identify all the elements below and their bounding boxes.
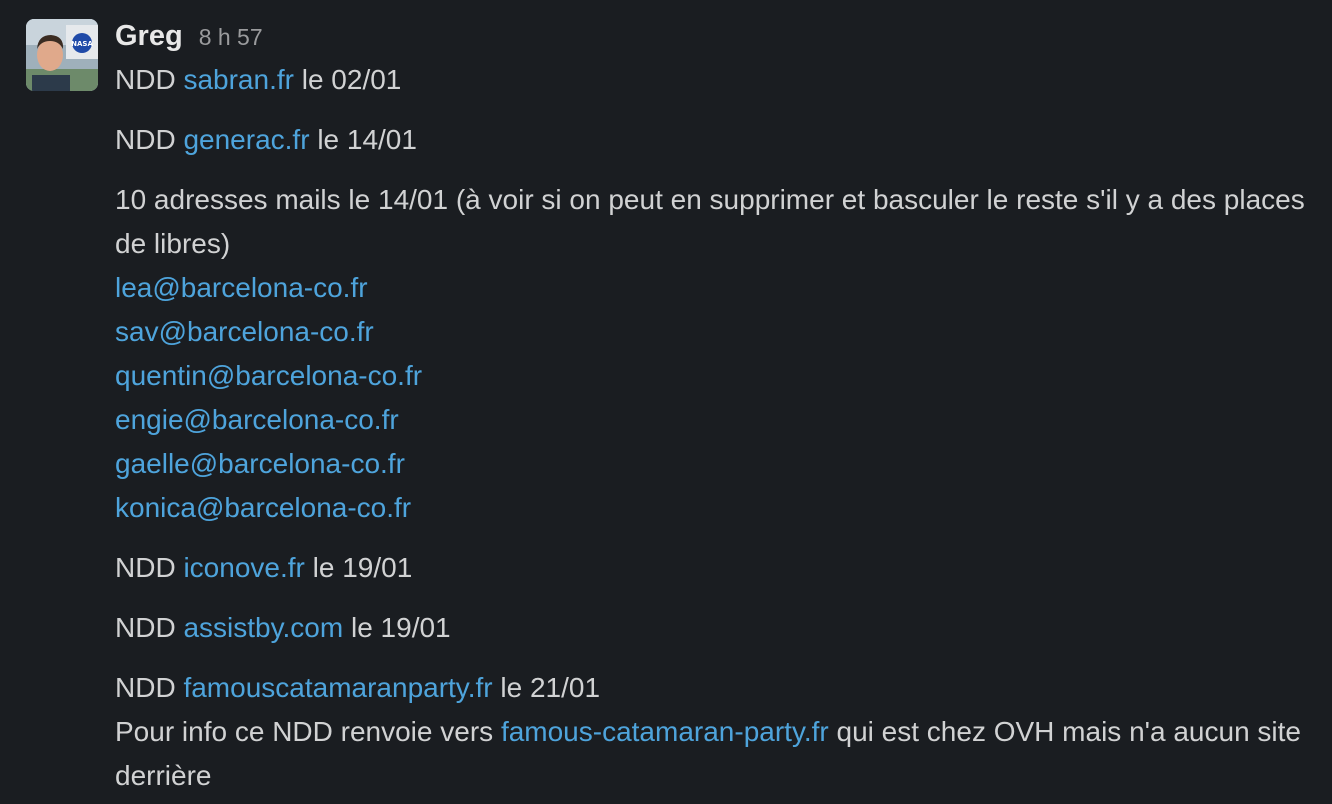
avatar-photo-icon: NASA [26,19,98,91]
ndd-prefix: NDD [115,64,176,95]
ndd-prefix: NDD [115,552,176,583]
domain-link-iconove[interactable]: iconove.fr [183,552,304,583]
domain-link-sabran[interactable]: sabran.fr [183,64,294,95]
ndd-prefix: NDD [115,124,176,155]
domain-link-assistby[interactable]: assistby.com [183,612,343,643]
email-link-lea[interactable]: lea@barcelona-co.fr [115,272,368,303]
ndd-date: le 02/01 [301,64,402,95]
redirect-note: Pour info ce NDD renvoie vers famous-cat… [115,710,1320,798]
ndd-line-generac: NDD generac.fr le 14/01 [115,118,1320,162]
email-link-konica[interactable]: konica@barcelona-co.fr [115,492,411,523]
ndd-date: le 19/01 [350,612,451,643]
domain-link-generac[interactable]: generac.fr [183,124,309,155]
email-link-quentin[interactable]: quentin@barcelona-co.fr [115,360,422,391]
ndd-line-famouscatamaranparty: NDD famouscatamaranparty.fr le 21/01 [115,666,1320,710]
author-name[interactable]: Greg [115,14,183,58]
domain-link-famouscatamaranparty[interactable]: famouscatamaranparty.fr [183,672,492,703]
ndd-prefix: NDD [115,612,176,643]
avatar[interactable]: NASA [26,19,98,91]
ndd-date: le 21/01 [500,672,601,703]
ndd-block-famouscatamaranparty: NDD famouscatamaranparty.fr le 21/01 Pou… [115,666,1320,798]
ndd-prefix: NDD [115,672,176,703]
emails-block: 10 adresses mails le 14/01 (à voir si on… [115,178,1320,530]
ndd-line-assistby: NDD assistby.com le 19/01 [115,606,1320,650]
ndd-line-sabran: NDD sabran.fr le 02/01 [115,58,1320,102]
ndd-line-iconove: NDD iconove.fr le 19/01 [115,546,1320,590]
email-link-sav[interactable]: sav@barcelona-co.fr [115,316,374,347]
ndd-date: le 19/01 [312,552,413,583]
email-link-engie[interactable]: engie@barcelona-co.fr [115,404,399,435]
message-header: Greg 8 h 57 [115,14,1320,58]
note-prefix: Pour info ce NDD renvoie vers [115,716,494,747]
email-link-gaelle[interactable]: gaelle@barcelona-co.fr [115,448,405,479]
ndd-date: le 14/01 [317,124,417,155]
emails-description: 10 adresses mails le 14/01 (à voir si on… [115,184,1305,259]
message-timestamp[interactable]: 8 h 57 [199,15,263,59]
svg-text:NASA: NASA [71,40,93,48]
domain-link-famous-catamaran-party[interactable]: famous-catamaran-party.fr [501,716,829,747]
message-content: Greg 8 h 57 NDD sabran.fr le 02/01 NDD g… [115,14,1320,798]
message: NASA Greg 8 h 57 NDD sabran.fr le 02/01 … [0,0,1332,804]
